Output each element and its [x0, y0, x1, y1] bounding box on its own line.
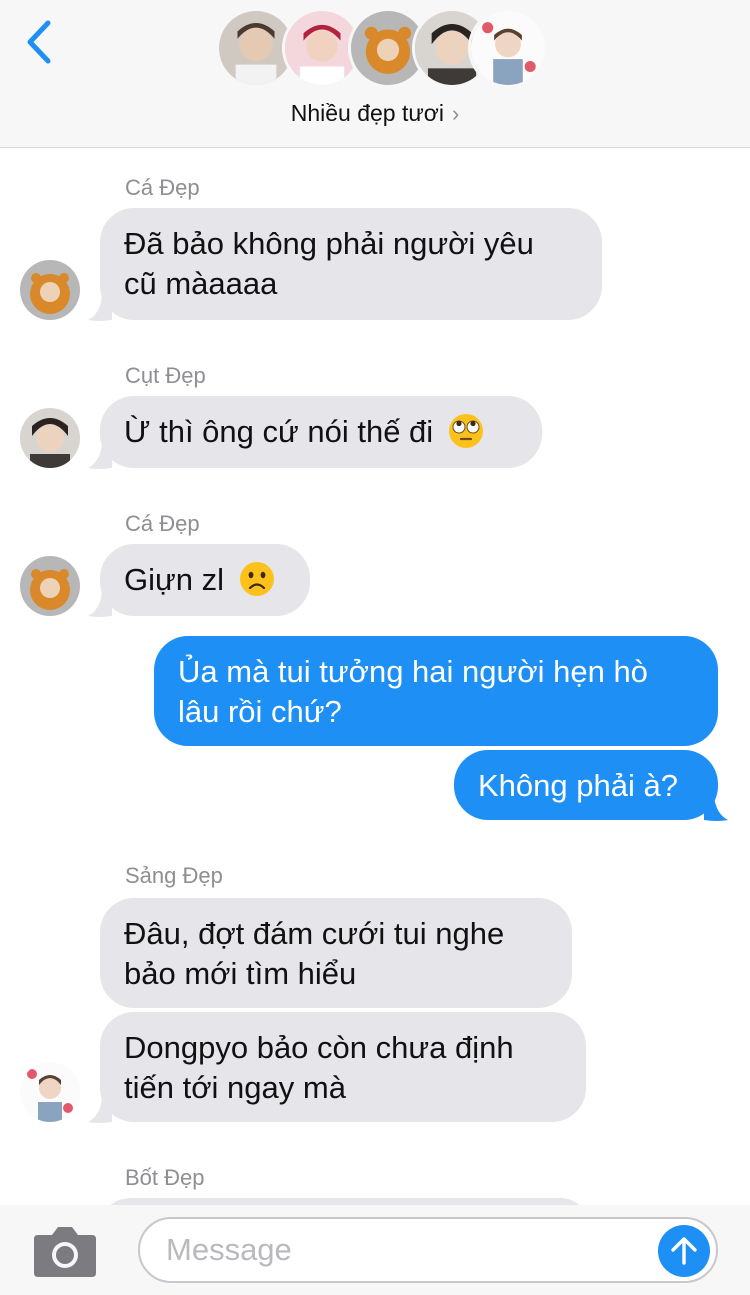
camera-button[interactable]: [32, 1223, 98, 1279]
frowning-face-icon: [239, 562, 274, 596]
message-field[interactable]: [138, 1217, 718, 1283]
message-line: Đâu, đợt đám cưới tui nghe: [124, 916, 505, 951]
message-line: tiến tới ngay mà: [124, 1070, 346, 1105]
avatar[interactable]: [20, 1062, 80, 1122]
sender-name: Cụt Đẹp: [125, 363, 206, 388]
message-line: Không phải à?: [478, 768, 678, 803]
message-bubble-outgoing[interactable]: Không phải à?: [454, 750, 718, 820]
message-bubble-incoming[interactable]: Dongpyo bảo còn chưa định tiến tới ngay …: [100, 1012, 586, 1122]
message-line: Giựn zl: [124, 562, 224, 597]
bubble-tail: [88, 1098, 112, 1123]
message-bubble-incoming[interactable]: Đã bảo không phải người yêu cũ màaaaa: [100, 208, 602, 320]
avatar[interactable]: [20, 408, 80, 468]
camera-icon: [34, 1227, 96, 1277]
sender-name: Bốt Đẹp: [125, 1165, 205, 1190]
message-bubble-outgoing[interactable]: Ủa mà tui tưởng hai người hẹn hò lâu rồi…: [154, 636, 718, 746]
arrow-up-icon: [671, 1237, 697, 1265]
sender-name: Cá Đẹp: [125, 175, 200, 200]
bubble-tail: [88, 444, 112, 469]
bubble-tail: [88, 592, 112, 617]
avatar[interactable]: [20, 260, 80, 320]
bubble-tail: [88, 296, 112, 321]
send-button[interactable]: [658, 1225, 710, 1277]
message-bubble-incoming[interactable]: Ừ thì ông cứ nói thế đi: [100, 396, 542, 468]
chevron-left-icon: [27, 20, 51, 64]
chevron-right-icon: ›: [451, 100, 460, 126]
message-line: Ừ thì ông cứ nói thế đi: [124, 414, 434, 449]
message-line: lâu rồi chứ?: [178, 694, 342, 729]
message-input[interactable]: [166, 1227, 636, 1273]
group-name-button[interactable]: Nhiều đẹp tươi ›: [0, 98, 750, 128]
message-line: bảo mới tìm hiểu: [124, 956, 357, 991]
sender-name: Sảng Đẹp: [125, 863, 223, 888]
conversation-header: Nhiều đẹp tươi ›: [0, 0, 750, 148]
sender-name: Cá Đẹp: [125, 511, 200, 536]
back-button[interactable]: [14, 14, 64, 70]
message-bubble-incoming[interactable]: Giựn zl: [100, 544, 310, 616]
face-with-rolling-eyes-icon: [448, 414, 483, 448]
group-avatar-5: [468, 8, 548, 88]
group-name: Nhiều đẹp tươi: [290, 99, 444, 126]
group-avatars[interactable]: [216, 8, 548, 92]
message-line: Đã bảo không phải người yêu: [124, 226, 534, 261]
composer-bar: [0, 1205, 750, 1295]
message-line: cũ màaaaa: [124, 266, 278, 301]
message-line: Ủa mà tui tưởng hai người hẹn hò: [178, 654, 648, 689]
message-bubble-incoming[interactable]: Đâu, đợt đám cưới tui nghe bảo mới tìm h…: [100, 898, 572, 1008]
avatar[interactable]: [20, 556, 80, 616]
message-line: Dongpyo bảo còn chưa định: [124, 1030, 514, 1065]
bubble-tail: [704, 796, 728, 821]
